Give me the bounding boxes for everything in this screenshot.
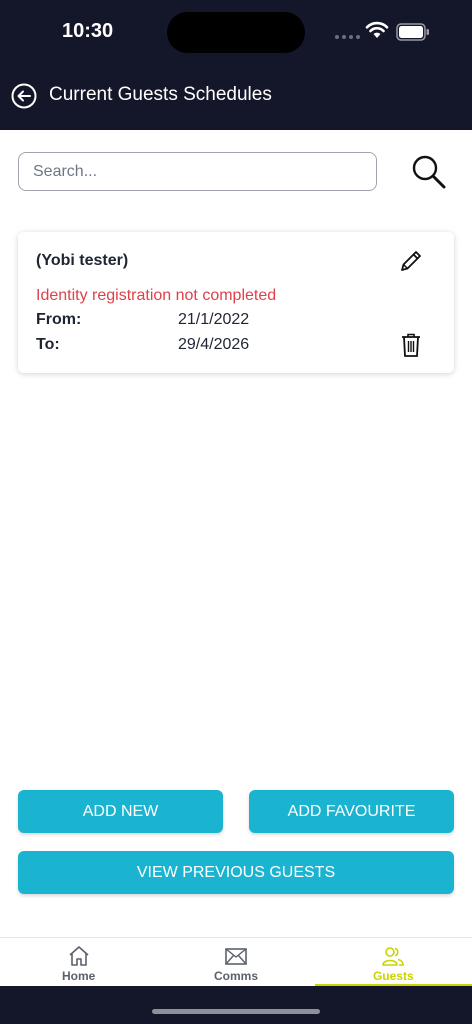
tab-home[interactable]: Home xyxy=(0,938,157,986)
dynamic-island xyxy=(167,12,305,53)
guest-name: (Yobi tester) xyxy=(36,252,129,269)
delete-guest-button[interactable] xyxy=(400,332,422,358)
mail-icon xyxy=(225,948,247,965)
search-button[interactable] xyxy=(409,152,449,192)
to-label: To: xyxy=(36,336,60,353)
from-date: 21/1/2022 xyxy=(178,311,250,328)
status-time: 10:30 xyxy=(62,20,114,42)
home-indicator[interactable] xyxy=(152,1009,320,1014)
guest-card[interactable]: (Yobi tester) Identity registration not … xyxy=(18,232,454,373)
tab-comms-label: Comms xyxy=(213,969,258,983)
tab-comms[interactable]: Comms xyxy=(157,938,314,986)
add-favourite-button[interactable]: ADD FAVOURITE xyxy=(249,790,454,833)
add-new-button[interactable]: ADD NEW xyxy=(18,790,223,833)
to-date: 29/4/2026 xyxy=(178,336,250,353)
users-icon xyxy=(382,947,405,966)
page-title: Current Guests Schedules xyxy=(49,84,272,105)
pencil-icon xyxy=(401,251,421,271)
back-button[interactable] xyxy=(10,82,38,110)
battery-icon xyxy=(396,23,429,41)
tab-guests[interactable]: Guests xyxy=(314,938,472,986)
identity-warning: Identity registration not completed xyxy=(36,287,277,304)
home-icon xyxy=(69,946,89,966)
cellular-signal-icon xyxy=(335,35,360,39)
view-previous-guests-button[interactable]: VIEW PREVIOUS GUESTS xyxy=(18,851,454,894)
search-icon xyxy=(412,155,446,189)
tab-home-label: Home xyxy=(61,969,96,983)
back-arrow-circle-icon xyxy=(11,83,37,109)
edit-guest-button[interactable] xyxy=(398,248,424,274)
tab-guests-label: Guests xyxy=(372,969,414,983)
trash-icon xyxy=(402,333,420,357)
app-header: 10:30 Current Guests Schedules xyxy=(0,0,472,130)
from-label: From: xyxy=(36,311,82,328)
search-input[interactable] xyxy=(18,152,377,191)
bottom-tab-bar: Home Comms Guests xyxy=(0,937,472,986)
wifi-icon xyxy=(365,21,389,38)
bottom-bar xyxy=(0,986,472,1024)
